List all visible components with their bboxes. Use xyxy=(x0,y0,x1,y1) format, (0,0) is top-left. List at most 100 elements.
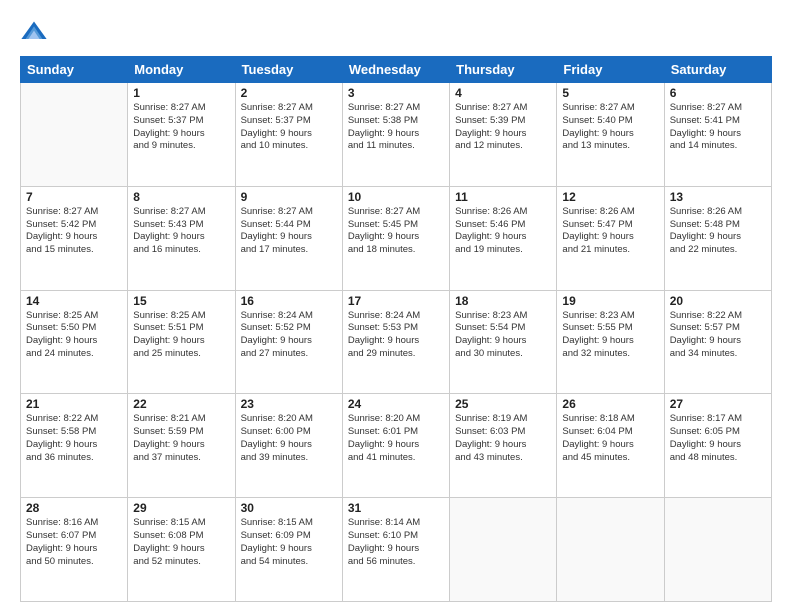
calendar-cell: 11 Sunrise: 8:26 AM Sunset: 5:46 PM Dayli… xyxy=(450,186,557,290)
day-info: Sunrise: 8:27 AM Sunset: 5:38 PM Dayligh… xyxy=(348,102,444,153)
calendar-cell: 22 Sunrise: 8:21 AM Sunset: 5:59 PM Dayli… xyxy=(128,394,235,498)
day-number: 10 xyxy=(348,190,444,204)
header xyxy=(20,18,772,46)
calendar-cell: 15 Sunrise: 8:25 AM Sunset: 5:51 PM Dayli… xyxy=(128,290,235,394)
week-row-2: 7 Sunrise: 8:27 AM Sunset: 5:42 PM Daylig… xyxy=(21,186,772,290)
calendar-cell: 19Sunrise: 8:23 AM Sunset: 5:55 PM Dayli… xyxy=(557,290,664,394)
calendar-cell xyxy=(450,498,557,602)
calendar-cell xyxy=(664,498,771,602)
calendar-cell: 13Sunrise: 8:26 AM Sunset: 5:48 PM Dayli… xyxy=(664,186,771,290)
day-number: 29 xyxy=(133,501,229,515)
weekday-header-saturday: Saturday xyxy=(664,57,771,83)
weekday-header-wednesday: Wednesday xyxy=(342,57,449,83)
day-info: Sunrise: 8:16 AM Sunset: 6:07 PM Dayligh… xyxy=(26,517,122,568)
week-row-3: 14 Sunrise: 8:25 AM Sunset: 5:50 PM Dayli… xyxy=(21,290,772,394)
weekday-header-thursday: Thursday xyxy=(450,57,557,83)
day-number: 22 xyxy=(133,397,229,411)
calendar-cell: 10 Sunrise: 8:27 AM Sunset: 5:45 PM Dayli… xyxy=(342,186,449,290)
day-number: 31 xyxy=(348,501,444,515)
day-number: 24 xyxy=(348,397,444,411)
day-number: 13 xyxy=(670,190,766,204)
calendar-cell: 17Sunrise: 8:24 AM Sunset: 5:53 PM Dayli… xyxy=(342,290,449,394)
day-info: Sunrise: 8:26 AM Sunset: 5:46 PM Dayligh… xyxy=(455,206,551,257)
weekday-header-row: SundayMondayTuesdayWednesdayThursdayFrid… xyxy=(21,57,772,83)
day-info: Sunrise: 8:21 AM Sunset: 5:59 PM Dayligh… xyxy=(133,413,229,464)
calendar-cell: 1Sunrise: 8:27 AM Sunset: 5:37 PM Daylig… xyxy=(128,83,235,187)
day-number: 12 xyxy=(562,190,658,204)
day-info: Sunrise: 8:19 AM Sunset: 6:03 PM Dayligh… xyxy=(455,413,551,464)
day-info: Sunrise: 8:27 AM Sunset: 5:39 PM Dayligh… xyxy=(455,102,551,153)
day-info: Sunrise: 8:23 AM Sunset: 5:55 PM Dayligh… xyxy=(562,310,658,361)
calendar-cell: 6Sunrise: 8:27 AM Sunset: 5:41 PM Daylig… xyxy=(664,83,771,187)
day-info: Sunrise: 8:25 AM Sunset: 5:51 PM Dayligh… xyxy=(133,310,229,361)
logo-icon xyxy=(20,18,48,46)
calendar-cell: 18Sunrise: 8:23 AM Sunset: 5:54 PM Dayli… xyxy=(450,290,557,394)
calendar-cell: 14 Sunrise: 8:25 AM Sunset: 5:50 PM Dayli… xyxy=(21,290,128,394)
calendar-cell: 21Sunrise: 8:22 AM Sunset: 5:58 PM Dayli… xyxy=(21,394,128,498)
day-number: 25 xyxy=(455,397,551,411)
weekday-header-monday: Monday xyxy=(128,57,235,83)
calendar-cell: 12 Sunrise: 8:26 AM Sunset: 5:47 PM Dayli… xyxy=(557,186,664,290)
calendar-cell: 9 Sunrise: 8:27 AM Sunset: 5:44 PM Daylig… xyxy=(235,186,342,290)
day-number: 23 xyxy=(241,397,337,411)
week-row-1: 1Sunrise: 8:27 AM Sunset: 5:37 PM Daylig… xyxy=(21,83,772,187)
logo xyxy=(20,18,52,46)
week-row-5: 28Sunrise: 8:16 AM Sunset: 6:07 PM Dayli… xyxy=(21,498,772,602)
calendar-cell: 8Sunrise: 8:27 AM Sunset: 5:43 PM Daylig… xyxy=(128,186,235,290)
calendar-cell: 3 Sunrise: 8:27 AM Sunset: 5:38 PM Daylig… xyxy=(342,83,449,187)
day-info: Sunrise: 8:24 AM Sunset: 5:52 PM Dayligh… xyxy=(241,310,337,361)
day-info: Sunrise: 8:27 AM Sunset: 5:40 PM Dayligh… xyxy=(562,102,658,153)
day-number: 15 xyxy=(133,294,229,308)
day-info: Sunrise: 8:15 AM Sunset: 6:09 PM Dayligh… xyxy=(241,517,337,568)
calendar-cell: 5 Sunrise: 8:27 AM Sunset: 5:40 PM Daylig… xyxy=(557,83,664,187)
day-number: 9 xyxy=(241,190,337,204)
day-number: 20 xyxy=(670,294,766,308)
calendar-cell: 20 Sunrise: 8:22 AM Sunset: 5:57 PM Dayli… xyxy=(664,290,771,394)
calendar-cell xyxy=(21,83,128,187)
weekday-header-sunday: Sunday xyxy=(21,57,128,83)
day-number: 18 xyxy=(455,294,551,308)
calendar-cell: 31 Sunrise: 8:14 AM Sunset: 6:10 PM Dayli… xyxy=(342,498,449,602)
day-number: 3 xyxy=(348,86,444,100)
weekday-header-friday: Friday xyxy=(557,57,664,83)
page: SundayMondayTuesdayWednesdayThursdayFrid… xyxy=(0,0,792,612)
day-info: Sunrise: 8:14 AM Sunset: 6:10 PM Dayligh… xyxy=(348,517,444,568)
day-info: Sunrise: 8:22 AM Sunset: 5:57 PM Dayligh… xyxy=(670,310,766,361)
day-info: Sunrise: 8:27 AM Sunset: 5:44 PM Dayligh… xyxy=(241,206,337,257)
calendar-cell: 4Sunrise: 8:27 AM Sunset: 5:39 PM Daylig… xyxy=(450,83,557,187)
day-info: Sunrise: 8:27 AM Sunset: 5:45 PM Dayligh… xyxy=(348,206,444,257)
day-number: 8 xyxy=(133,190,229,204)
calendar-cell: 28Sunrise: 8:16 AM Sunset: 6:07 PM Dayli… xyxy=(21,498,128,602)
calendar-cell: 23Sunrise: 8:20 AM Sunset: 6:00 PM Dayli… xyxy=(235,394,342,498)
day-info: Sunrise: 8:26 AM Sunset: 5:47 PM Dayligh… xyxy=(562,206,658,257)
weekday-header-tuesday: Tuesday xyxy=(235,57,342,83)
day-info: Sunrise: 8:20 AM Sunset: 6:01 PM Dayligh… xyxy=(348,413,444,464)
day-info: Sunrise: 8:24 AM Sunset: 5:53 PM Dayligh… xyxy=(348,310,444,361)
day-number: 5 xyxy=(562,86,658,100)
calendar-cell: 7 Sunrise: 8:27 AM Sunset: 5:42 PM Daylig… xyxy=(21,186,128,290)
calendar-cell: 29 Sunrise: 8:15 AM Sunset: 6:08 PM Dayli… xyxy=(128,498,235,602)
day-number: 14 xyxy=(26,294,122,308)
day-number: 7 xyxy=(26,190,122,204)
day-info: Sunrise: 8:17 AM Sunset: 6:05 PM Dayligh… xyxy=(670,413,766,464)
calendar-cell: 26 Sunrise: 8:18 AM Sunset: 6:04 PM Dayli… xyxy=(557,394,664,498)
day-info: Sunrise: 8:27 AM Sunset: 5:42 PM Dayligh… xyxy=(26,206,122,257)
calendar-cell: 30 Sunrise: 8:15 AM Sunset: 6:09 PM Dayli… xyxy=(235,498,342,602)
day-number: 1 xyxy=(133,86,229,100)
calendar-table: SundayMondayTuesdayWednesdayThursdayFrid… xyxy=(20,56,772,602)
week-row-4: 21Sunrise: 8:22 AM Sunset: 5:58 PM Dayli… xyxy=(21,394,772,498)
day-info: Sunrise: 8:18 AM Sunset: 6:04 PM Dayligh… xyxy=(562,413,658,464)
day-number: 27 xyxy=(670,397,766,411)
day-number: 30 xyxy=(241,501,337,515)
day-info: Sunrise: 8:25 AM Sunset: 5:50 PM Dayligh… xyxy=(26,310,122,361)
day-number: 11 xyxy=(455,190,551,204)
calendar-cell: 16 Sunrise: 8:24 AM Sunset: 5:52 PM Dayli… xyxy=(235,290,342,394)
day-number: 2 xyxy=(241,86,337,100)
calendar-cell: 24 Sunrise: 8:20 AM Sunset: 6:01 PM Dayli… xyxy=(342,394,449,498)
day-number: 26 xyxy=(562,397,658,411)
day-number: 16 xyxy=(241,294,337,308)
day-info: Sunrise: 8:22 AM Sunset: 5:58 PM Dayligh… xyxy=(26,413,122,464)
calendar-cell xyxy=(557,498,664,602)
day-number: 6 xyxy=(670,86,766,100)
day-info: Sunrise: 8:15 AM Sunset: 6:08 PM Dayligh… xyxy=(133,517,229,568)
